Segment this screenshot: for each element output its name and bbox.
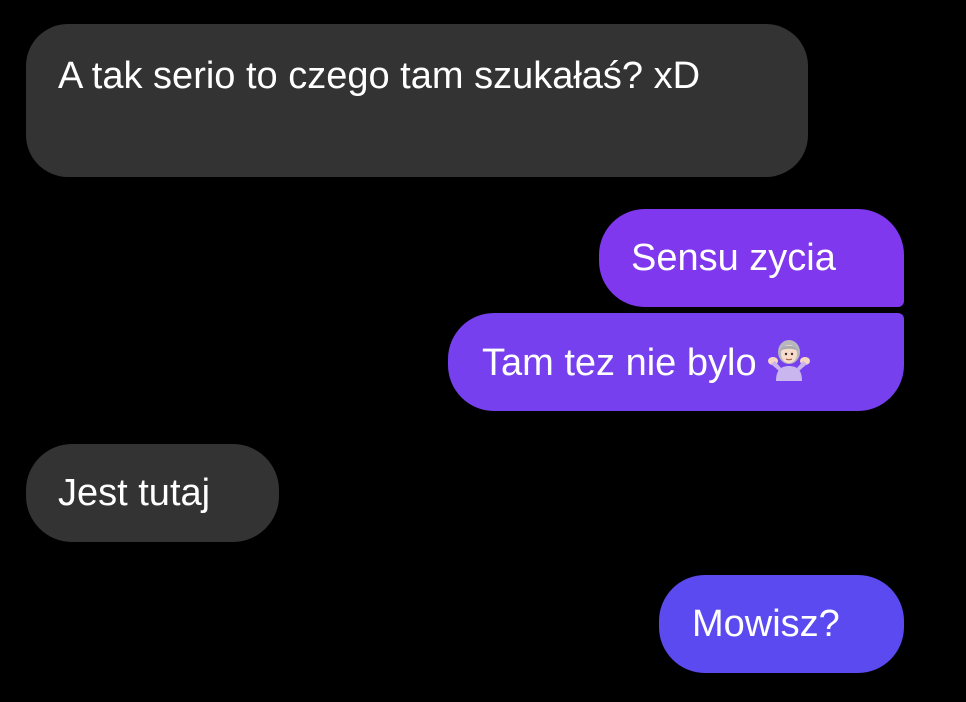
message-bubble-outgoing[interactable]: Tam tez nie bylo <box>448 313 904 411</box>
message-text: Mowisz? <box>692 603 840 645</box>
message-text: Tam tez nie bylo <box>482 342 757 384</box>
message-text: A tak serio to czego tam szukałaś? xD <box>58 55 701 97</box>
person-shrugging-emoji-icon <box>767 337 811 381</box>
message-bubble-outgoing[interactable]: Sensu zycia <box>599 209 904 307</box>
chat-thread: A tak serio to czego tam szukałaś? xD Se… <box>0 0 966 702</box>
message-text: Jest tutaj <box>58 472 211 514</box>
message-bubble-incoming[interactable]: Jest tutaj <box>26 444 279 542</box>
message-bubble-outgoing[interactable]: Mowisz? <box>659 575 904 673</box>
message-text: Sensu zycia <box>631 237 836 279</box>
message-bubble-incoming[interactable]: A tak serio to czego tam szukałaś? xD <box>26 24 808 177</box>
